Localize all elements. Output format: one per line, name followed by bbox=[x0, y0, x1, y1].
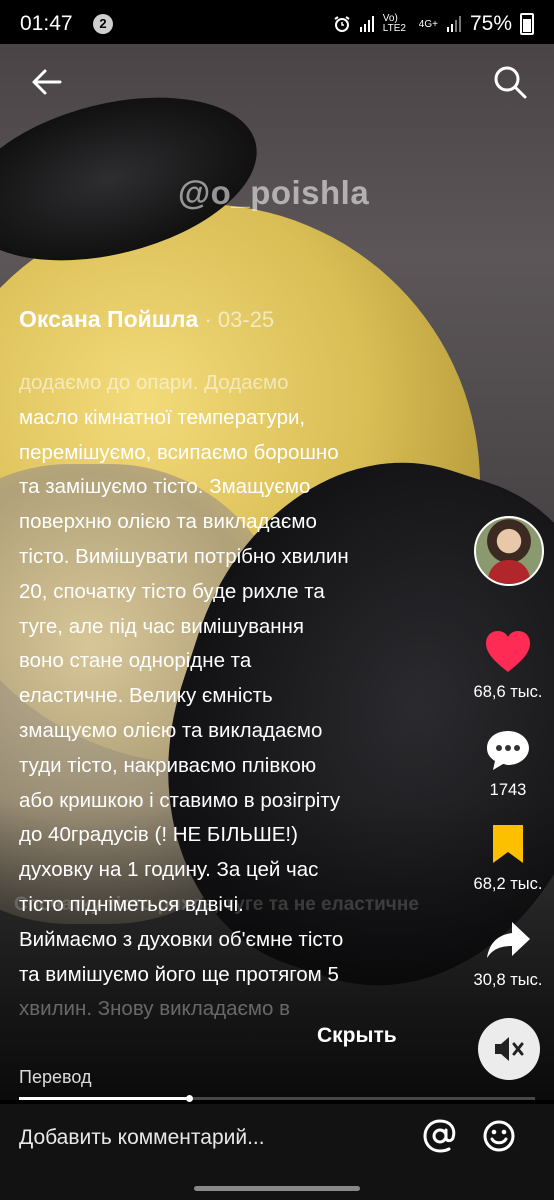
date-separator: · bbox=[198, 307, 218, 332]
progress-knob[interactable] bbox=[186, 1095, 194, 1102]
description-line: хвилин. Знову викладаємо в bbox=[19, 997, 291, 1021]
video-progress-bar[interactable] bbox=[19, 1095, 535, 1102]
comments-button[interactable]: 1743 bbox=[458, 728, 554, 800]
description-line: змащуємо олією та викладаємо bbox=[19, 718, 323, 742]
author-name[interactable]: Оксана Пойшла bbox=[19, 306, 198, 332]
network-type-label: 4G+ bbox=[418, 18, 438, 30]
description-line: туди тісто, накриваємо плівкою bbox=[19, 753, 317, 777]
description-line: тісто. Вимішувати потрібно хвилин bbox=[19, 544, 349, 568]
battery-icon bbox=[520, 13, 534, 35]
comment-input[interactable]: Добавить комментарий... bbox=[19, 1126, 265, 1150]
signal-icon bbox=[446, 16, 461, 32]
description-line: та вимішуємо його ще протягом 5 bbox=[19, 962, 339, 986]
home-indicator bbox=[194, 1186, 360, 1191]
back-button[interactable] bbox=[27, 62, 67, 102]
clock: 01:47 bbox=[20, 12, 73, 35]
search-icon bbox=[494, 66, 527, 99]
author-line: Оксана Пойшла · 03-25 bbox=[19, 306, 274, 333]
mention-button[interactable] bbox=[422, 1118, 458, 1154]
avatar-figure bbox=[488, 560, 530, 584]
translate-button[interactable]: Перевод bbox=[19, 1067, 91, 1088]
hide-description-button[interactable]: Скрыть bbox=[317, 1024, 397, 1048]
bookmark-icon bbox=[493, 825, 523, 863]
description-line: додаємо до опари. Додаємо bbox=[19, 371, 289, 394]
description-line: еластичне. Велику ємність bbox=[19, 684, 273, 708]
like-count: 68,6 тыс. bbox=[473, 683, 543, 701]
description-line: та замішуємо тісто. Змащуємо bbox=[19, 475, 311, 499]
author-avatar[interactable] bbox=[474, 516, 544, 586]
save-count: 68,2 тыс. bbox=[473, 875, 543, 893]
description-line: 20, спочатку тісто буде рихле та bbox=[19, 579, 325, 603]
save-button[interactable]: 68,2 тыс. bbox=[458, 822, 554, 894]
smiley-icon bbox=[483, 1120, 515, 1152]
progress-fill bbox=[19, 1097, 190, 1100]
at-sign-icon bbox=[423, 1119, 456, 1153]
description-line: або кришкою і ставимо в розігріту bbox=[19, 788, 341, 812]
arrow-left-icon bbox=[32, 69, 62, 95]
battery-percent: 75% bbox=[469, 12, 512, 35]
description-line: воно стане однорідне та bbox=[19, 649, 252, 673]
description-line: до 40градусів (! НЕ БІЛЬШЕ!) bbox=[19, 823, 298, 847]
share-button[interactable]: 30,8 тыс. bbox=[458, 918, 554, 990]
speaker-muted-icon bbox=[495, 1037, 524, 1061]
share-arrow-icon bbox=[487, 922, 530, 958]
notification-count-badge: 2 bbox=[93, 14, 113, 34]
description-line: масло кімнатної температури, bbox=[19, 405, 306, 429]
mute-button[interactable] bbox=[478, 1018, 540, 1080]
description-line: перемішуємо, всипаємо борошно bbox=[19, 440, 339, 464]
video-watermark: @o_poishla bbox=[178, 174, 370, 211]
comment-count: 1743 bbox=[489, 781, 527, 799]
volte-label: Vo) LTE2 bbox=[382, 13, 406, 34]
search-button[interactable] bbox=[490, 62, 530, 102]
roaming-signal-icon bbox=[359, 16, 374, 32]
share-count: 30,8 тыс. bbox=[473, 971, 543, 989]
emoji-button[interactable] bbox=[481, 1118, 517, 1154]
alarm-icon bbox=[334, 16, 350, 32]
status-bar: 01:47 2 Vo) LTE2 4G+ 75% bbox=[0, 0, 554, 44]
description-line: Виймаємо з духовки об'ємне тісто bbox=[19, 927, 344, 951]
description-line: поверхню олією та викладаємо bbox=[19, 510, 317, 534]
status-icons: Vo) LTE2 4G+ 75% bbox=[333, 12, 534, 36]
heart-icon bbox=[486, 631, 530, 672]
post-description: додаємо до опари. Додаємо масло кімнатно… bbox=[19, 366, 409, 1024]
like-button[interactable]: 68,6 тыс. bbox=[458, 630, 554, 702]
post-date: 03-25 bbox=[217, 307, 275, 332]
description-line: духовку на 1 годину. За цей час bbox=[19, 858, 319, 882]
description-line: туге, але під час вимішування bbox=[19, 614, 304, 638]
description-line: тісто підніметься вдвічі. bbox=[19, 892, 244, 916]
comment-bubble-icon bbox=[487, 731, 529, 770]
